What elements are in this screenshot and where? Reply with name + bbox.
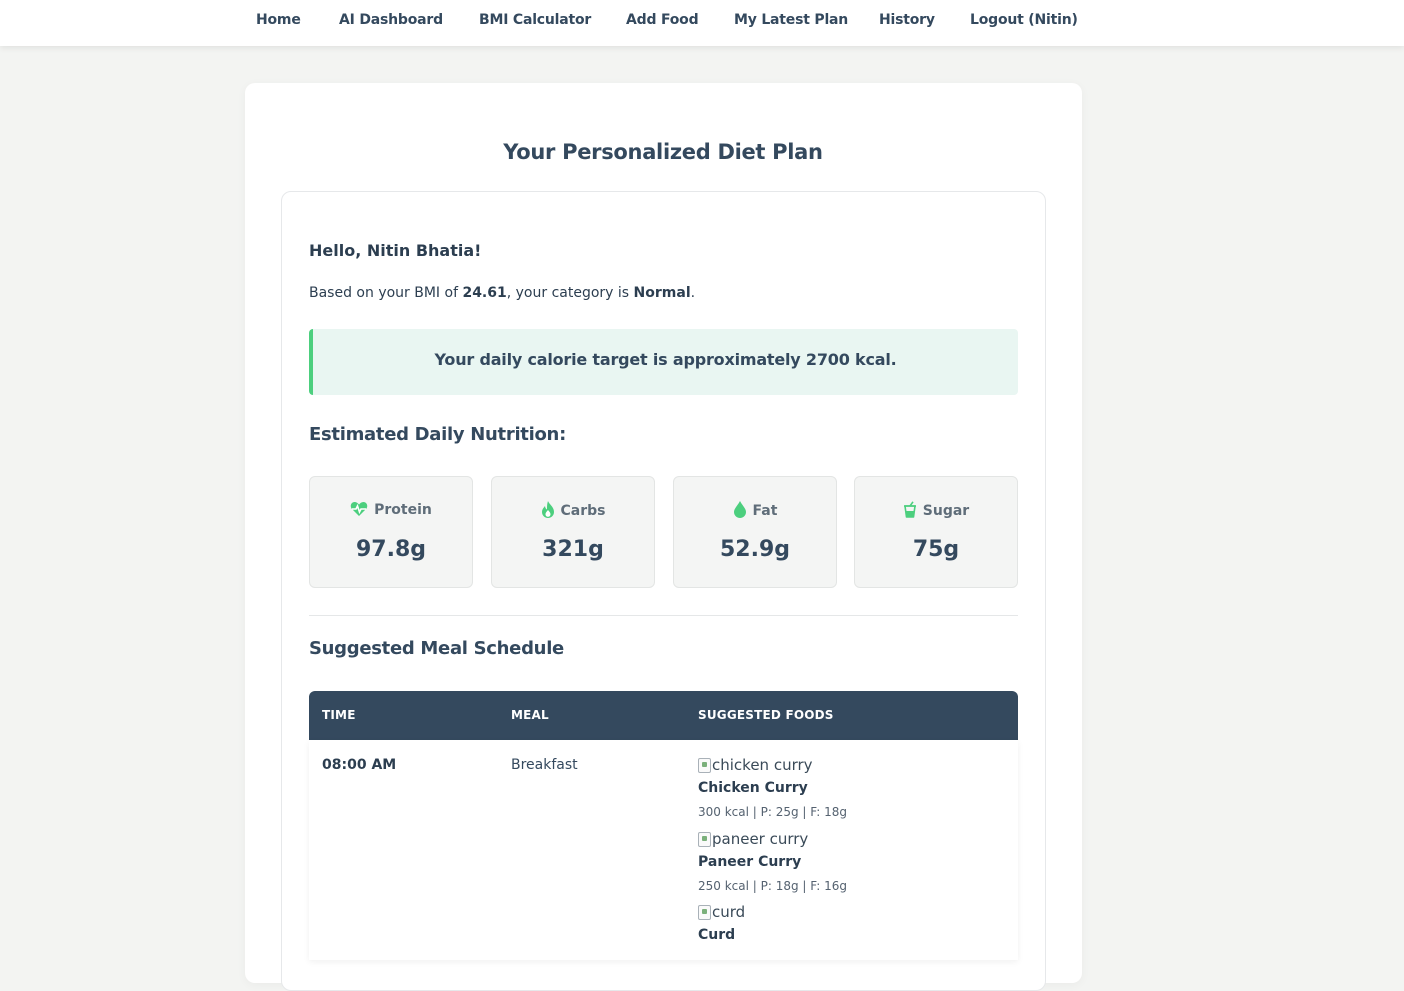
food-image: paneer curry — [698, 829, 998, 849]
meal-table-header: TIME MEAL SUGGESTED FOODS — [309, 691, 1018, 740]
nutrition-card-header: Protein — [310, 501, 472, 518]
food-name: Chicken Curry — [698, 780, 808, 796]
food-item: curd Curd — [698, 902, 998, 943]
nutrition-label-fat: Fat — [752, 503, 778, 519]
calorie-target-prefix: Your daily calorie target is approximate… — [434, 350, 806, 369]
bmi-middle: , your category is — [506, 285, 634, 301]
nutrition-value-carbs: 321g — [542, 537, 604, 562]
food-image: curd — [698, 902, 998, 922]
table-row: 08:00 AM Breakfast chicken curry Chicken… — [309, 740, 1018, 960]
broken-image-icon — [698, 757, 711, 773]
droplet-icon — [733, 501, 746, 518]
bmi-category: Normal — [633, 285, 691, 301]
meal-schedule-heading: Suggested Meal Schedule — [309, 638, 564, 659]
nutrition-card-protein: Protein 97.8g — [309, 476, 473, 588]
section-divider — [309, 615, 1018, 616]
calorie-target-box: Your daily calorie target is approximate… — [309, 329, 1018, 395]
nav-my-latest-plan[interactable]: My Latest Plan — [734, 12, 848, 28]
bmi-suffix: . — [690, 285, 696, 301]
column-header-meal: MEAL — [511, 708, 549, 722]
food-image-alt: chicken curry — [712, 756, 813, 774]
food-macros: 300 kcal | P: 25g | F: 18g — [698, 805, 847, 819]
food-image-alt: curd — [712, 903, 746, 921]
food-image: chicken curry — [698, 755, 998, 775]
cup-icon — [903, 501, 916, 518]
column-header-suggested-foods: SUGGESTED FOODS — [698, 708, 834, 722]
nutrition-card-sugar: Sugar 75g — [854, 476, 1018, 588]
calorie-target-text: Your daily calorie target is approximate… — [313, 350, 1018, 369]
nutrition-label-sugar: Sugar — [922, 503, 970, 519]
nav-bmi-calculator[interactable]: BMI Calculator — [479, 12, 591, 28]
nav-ai-dashboard[interactable]: AI Dashboard — [339, 12, 443, 28]
nutrition-label-carbs: Carbs — [560, 503, 606, 519]
greeting: Hello, Nitin Bhatia! — [309, 241, 482, 260]
nutrition-card-carbs: Carbs 321g — [491, 476, 655, 588]
food-name: Curd — [698, 927, 736, 943]
nutrition-label-protein: Protein — [374, 502, 432, 518]
food-item: paneer curry Paneer Curry 250 kcal | P: … — [698, 829, 998, 893]
calorie-target-value: 2700 kcal. — [805, 350, 897, 369]
bmi-summary: Based on your BMI of 24.61, your categor… — [309, 285, 695, 301]
broken-image-icon — [698, 904, 711, 920]
food-image-alt: paneer curry — [712, 830, 809, 848]
column-header-time: TIME — [322, 708, 356, 722]
broken-image-icon — [698, 831, 711, 847]
bmi-value: 24.61 — [462, 285, 507, 301]
flame-icon — [541, 501, 554, 518]
nutrition-value-sugar: 75g — [912, 537, 960, 562]
nav-history[interactable]: History — [879, 12, 935, 28]
heart-pulse-icon — [350, 502, 368, 516]
nutrition-card-header: Sugar — [855, 501, 1017, 519]
nutrition-card-header: Carbs — [492, 501, 654, 519]
bmi-prefix: Based on your BMI of — [309, 285, 463, 301]
page-title: Your Personalized Diet Plan — [503, 140, 823, 164]
nav-add-food[interactable]: Add Food — [626, 12, 699, 28]
nutrition-card-fat: Fat 52.9g — [673, 476, 837, 588]
nutrition-card-header: Fat — [674, 501, 836, 519]
meal-name: Breakfast — [511, 757, 578, 773]
meal-time: 08:00 AM — [322, 757, 397, 773]
nutrition-heading: Estimated Daily Nutrition: — [309, 424, 566, 445]
nav-home[interactable]: Home — [256, 12, 301, 28]
nutrition-value-fat: 52.9g — [719, 537, 791, 562]
food-item: chicken curry Chicken Curry 300 kcal | P… — [698, 755, 998, 819]
food-name: Paneer Curry — [698, 854, 802, 870]
top-nav: Home AI Dashboard BMI Calculator Add Foo… — [0, 0, 1404, 46]
nav-logout[interactable]: Logout (Nitin) — [970, 12, 1078, 28]
nutrition-value-protein: 97.8g — [355, 537, 427, 562]
food-macros: 250 kcal | P: 18g | F: 16g — [698, 879, 847, 893]
